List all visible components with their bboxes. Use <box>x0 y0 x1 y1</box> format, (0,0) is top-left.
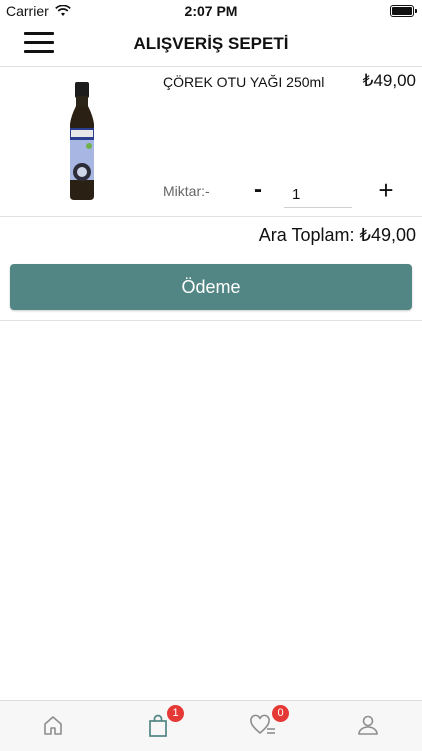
tab-home[interactable] <box>0 701 105 751</box>
product-price: ₺49,00 <box>362 71 416 90</box>
home-icon <box>43 716 62 735</box>
item-divider <box>0 216 422 217</box>
tab-favorites[interactable]: 0 <box>210 701 315 751</box>
quantity-label: Miktar:- <box>163 183 210 199</box>
tab-profile[interactable] <box>315 701 420 751</box>
profile-icon <box>357 715 378 735</box>
decrease-quantity-button[interactable]: - <box>246 176 270 204</box>
cart-count-badge: 1 <box>167 705 184 722</box>
tab-bar: 1 0 <box>0 700 422 751</box>
increase-quantity-button[interactable]: + <box>372 174 400 206</box>
quantity-input[interactable] <box>284 182 352 208</box>
subtotal: Ara Toplam: ₺49,00 <box>258 225 416 245</box>
tab-cart[interactable]: 1 <box>105 701 210 751</box>
status-bar: Carrier 2:07 PM <box>0 0 422 22</box>
page-title: ALIŞVERİŞ SEPETİ <box>133 34 289 53</box>
shopping-bag-icon <box>148 714 167 737</box>
product-name: ÇÖREK OTU YAĞI 250ml <box>163 74 325 90</box>
clock: 2:07 PM <box>184 3 238 19</box>
favorites-count-badge: 0 <box>272 705 289 722</box>
cart-item: ÇÖREK OTU YAĞI 250ml ₺49,00 Miktar:- - + <box>0 66 422 216</box>
checkout-divider <box>0 320 422 321</box>
oil-bottle-icon <box>70 82 94 200</box>
nav-bar: ALIŞVERİŞ SEPETİ <box>0 22 422 66</box>
battery-icon <box>390 5 417 17</box>
checkout-button[interactable]: Ödeme <box>10 264 412 310</box>
